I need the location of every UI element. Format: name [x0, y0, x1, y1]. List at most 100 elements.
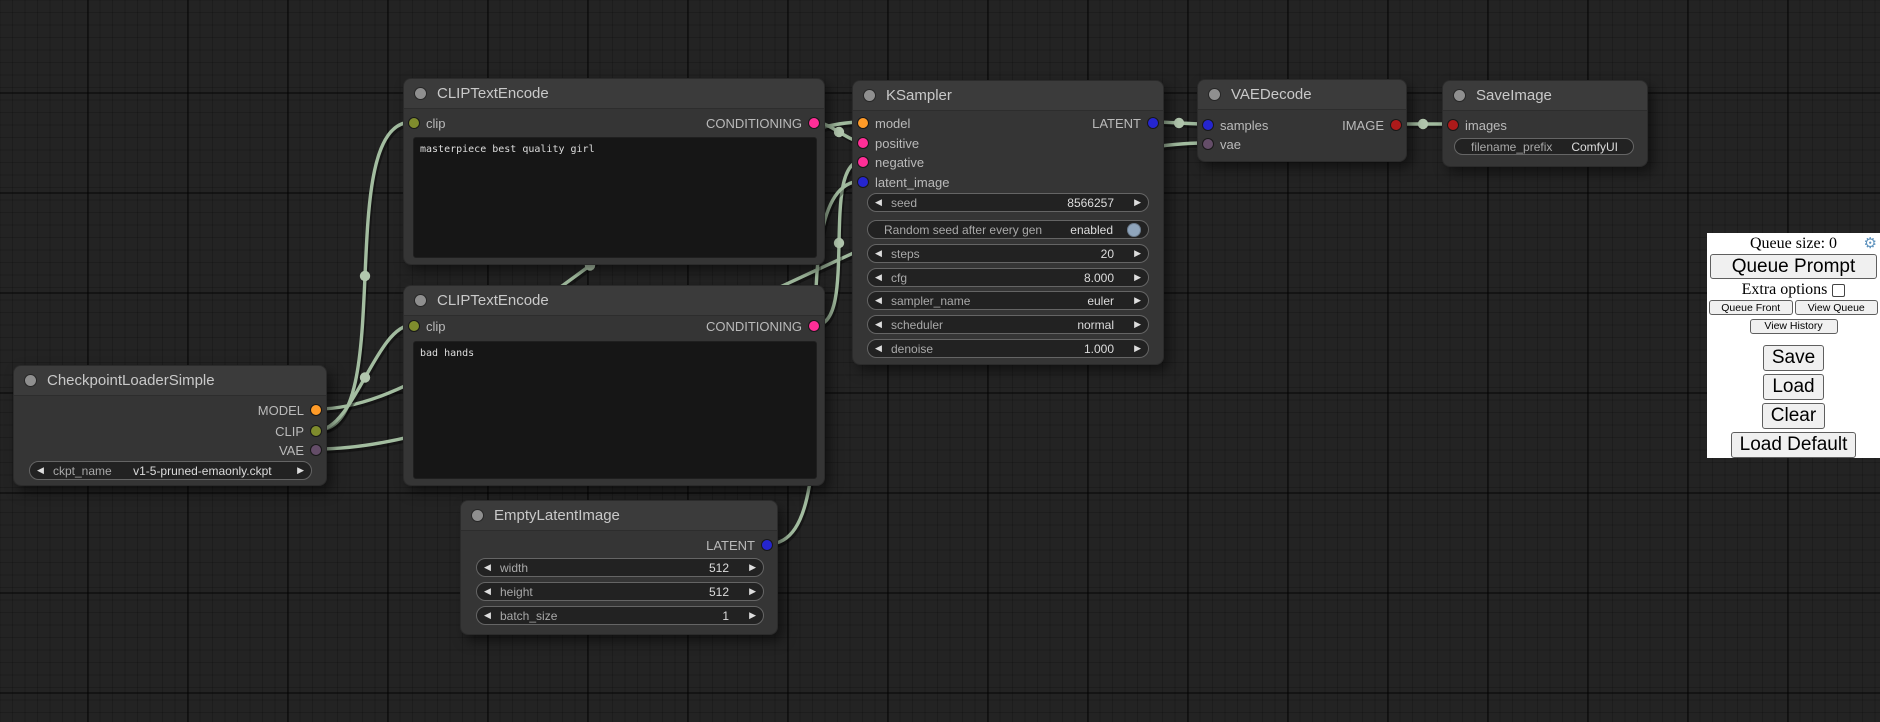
- next-arrow-icon[interactable]: ▶: [293, 466, 304, 475]
- input-label: clip: [426, 116, 446, 131]
- next-arrow-icon[interactable]: ▶: [1130, 296, 1141, 305]
- image-output-port[interactable]: [1391, 120, 1401, 130]
- vae-input-port[interactable]: [1203, 139, 1213, 149]
- random-seed-toggle-widget[interactable]: Random seed after every gen enabled: [867, 220, 1149, 239]
- input-label: negative: [875, 155, 924, 170]
- clear-button[interactable]: Clear: [1762, 403, 1825, 429]
- scheduler-widget[interactable]: ◀ scheduler normal ▶: [867, 315, 1149, 334]
- next-arrow-icon[interactable]: ▶: [745, 611, 756, 620]
- collapse-dot-icon[interactable]: [415, 88, 426, 99]
- next-arrow-icon[interactable]: ▶: [1130, 344, 1141, 353]
- clip-output-port[interactable]: [311, 426, 321, 436]
- node-title: VAEDecode: [1231, 86, 1312, 103]
- node-checkpoint-loader-simple: CheckpointLoaderSimple MODEL CLIP VAE ◀ …: [13, 365, 327, 486]
- batch-size-widget[interactable]: ◀ batch_size 1 ▶: [476, 606, 764, 625]
- widget-label: height: [500, 585, 533, 599]
- model-input-port[interactable]: [858, 118, 868, 128]
- view-history-button[interactable]: View History: [1750, 319, 1838, 333]
- node-title: KSampler: [886, 87, 952, 104]
- node-title: CLIPTextEncode: [437, 292, 549, 309]
- widget-label: sampler_name: [891, 294, 970, 308]
- output-label: LATENT: [1092, 116, 1141, 131]
- node-save-image: SaveImage images filename_prefix ComfyUI: [1442, 80, 1648, 167]
- cfg-widget[interactable]: ◀ cfg 8.000 ▶: [867, 268, 1149, 287]
- collapse-dot-icon[interactable]: [472, 510, 483, 521]
- collapse-dot-icon[interactable]: [864, 90, 875, 101]
- denoise-widget[interactable]: ◀ denoise 1.000 ▶: [867, 339, 1149, 358]
- filename-prefix-widget[interactable]: filename_prefix ComfyUI: [1454, 138, 1634, 155]
- ckpt-name-widget[interactable]: ◀ ckpt_name v1-5-pruned-emaonly.ckpt ▶: [29, 461, 312, 480]
- prompt-textarea[interactable]: masterpiece best quality girl: [413, 137, 817, 258]
- load-default-button[interactable]: Load Default: [1731, 432, 1857, 458]
- node-title: SaveImage: [1476, 87, 1552, 104]
- widget-label: width: [500, 561, 528, 575]
- node-empty-latent-image: EmptyLatentImage LATENT ◀ width 512 ▶ ◀ …: [460, 500, 778, 635]
- prev-arrow-icon[interactable]: ◀: [875, 296, 886, 305]
- latent-output-port[interactable]: [1148, 118, 1158, 128]
- collapse-dot-icon[interactable]: [25, 375, 36, 386]
- sampler-name-widget[interactable]: ◀ sampler_name euler ▶: [867, 291, 1149, 310]
- node-clip-text-encode-positive: CLIPTextEncode clip CONDITIONING masterp…: [403, 78, 825, 265]
- output-label: VAE: [279, 443, 304, 458]
- node-header[interactable]: CheckpointLoaderSimple: [14, 366, 326, 396]
- seed-widget[interactable]: ◀ seed 8566257 ▶: [867, 193, 1149, 212]
- widget-value: 1: [557, 609, 729, 623]
- samples-input-port[interactable]: [1203, 120, 1213, 130]
- widget-value: ComfyUI: [1552, 140, 1618, 154]
- next-arrow-icon[interactable]: ▶: [1130, 198, 1141, 207]
- collapse-dot-icon[interactable]: [1454, 90, 1465, 101]
- next-arrow-icon[interactable]: ▶: [1130, 320, 1141, 329]
- images-input-port[interactable]: [1448, 120, 1458, 130]
- latent-image-input-port[interactable]: [858, 177, 868, 187]
- queue-size-label: Queue size: 0: [1750, 235, 1837, 252]
- node-header[interactable]: CLIPTextEncode: [404, 79, 824, 109]
- positive-input-port[interactable]: [858, 138, 868, 148]
- prev-arrow-icon[interactable]: ◀: [484, 611, 495, 620]
- prev-arrow-icon[interactable]: ◀: [37, 466, 48, 475]
- vae-output-port[interactable]: [311, 445, 321, 455]
- node-header[interactable]: KSampler: [853, 81, 1163, 111]
- prev-arrow-icon[interactable]: ◀: [484, 587, 495, 596]
- prev-arrow-icon[interactable]: ◀: [484, 563, 495, 572]
- collapse-dot-icon[interactable]: [415, 295, 426, 306]
- queue-front-button[interactable]: Queue Front: [1709, 300, 1793, 315]
- collapse-dot-icon[interactable]: [1209, 89, 1220, 100]
- view-queue-button[interactable]: View Queue: [1795, 300, 1879, 315]
- clip-input-port[interactable]: [409, 321, 419, 331]
- node-header[interactable]: CLIPTextEncode: [404, 286, 824, 316]
- next-arrow-icon[interactable]: ▶: [745, 563, 756, 572]
- extra-options-checkbox[interactable]: [1832, 284, 1845, 297]
- height-widget[interactable]: ◀ height 512 ▶: [476, 582, 764, 601]
- node-title: CLIPTextEncode: [437, 85, 549, 102]
- next-arrow-icon[interactable]: ▶: [1130, 249, 1141, 258]
- queue-prompt-button[interactable]: Queue Prompt: [1710, 254, 1877, 279]
- prev-arrow-icon[interactable]: ◀: [875, 320, 886, 329]
- prev-arrow-icon[interactable]: ◀: [875, 198, 886, 207]
- prev-arrow-icon[interactable]: ◀: [875, 249, 886, 258]
- next-arrow-icon[interactable]: ▶: [745, 587, 756, 596]
- next-arrow-icon[interactable]: ▶: [1130, 273, 1141, 282]
- negative-input-port[interactable]: [858, 157, 868, 167]
- node-header[interactable]: SaveImage: [1443, 81, 1647, 111]
- input-label: positive: [875, 136, 919, 151]
- prev-arrow-icon[interactable]: ◀: [875, 344, 886, 353]
- node-title: CheckpointLoaderSimple: [47, 372, 215, 389]
- conditioning-output-port[interactable]: [809, 118, 819, 128]
- prompt-textarea[interactable]: bad hands: [413, 341, 817, 479]
- load-button[interactable]: Load: [1763, 374, 1823, 400]
- clip-input-port[interactable]: [409, 118, 419, 128]
- settings-gear-icon[interactable]: ⚙: [1864, 234, 1877, 252]
- steps-widget[interactable]: ◀ steps 20 ▶: [867, 244, 1149, 263]
- node-header[interactable]: EmptyLatentImage: [461, 501, 777, 531]
- latent-output-port[interactable]: [762, 540, 772, 550]
- conditioning-output-port[interactable]: [809, 321, 819, 331]
- node-header[interactable]: VAEDecode: [1198, 80, 1406, 110]
- toggle-circle-icon[interactable]: [1127, 223, 1141, 237]
- model-output-port[interactable]: [311, 405, 321, 415]
- prev-arrow-icon[interactable]: ◀: [875, 273, 886, 282]
- widget-value: v1-5-pruned-emaonly.ckpt: [112, 464, 293, 478]
- width-widget[interactable]: ◀ width 512 ▶: [476, 558, 764, 577]
- save-button[interactable]: Save: [1763, 345, 1824, 371]
- output-label: MODEL: [258, 403, 304, 418]
- input-label: vae: [1220, 137, 1241, 152]
